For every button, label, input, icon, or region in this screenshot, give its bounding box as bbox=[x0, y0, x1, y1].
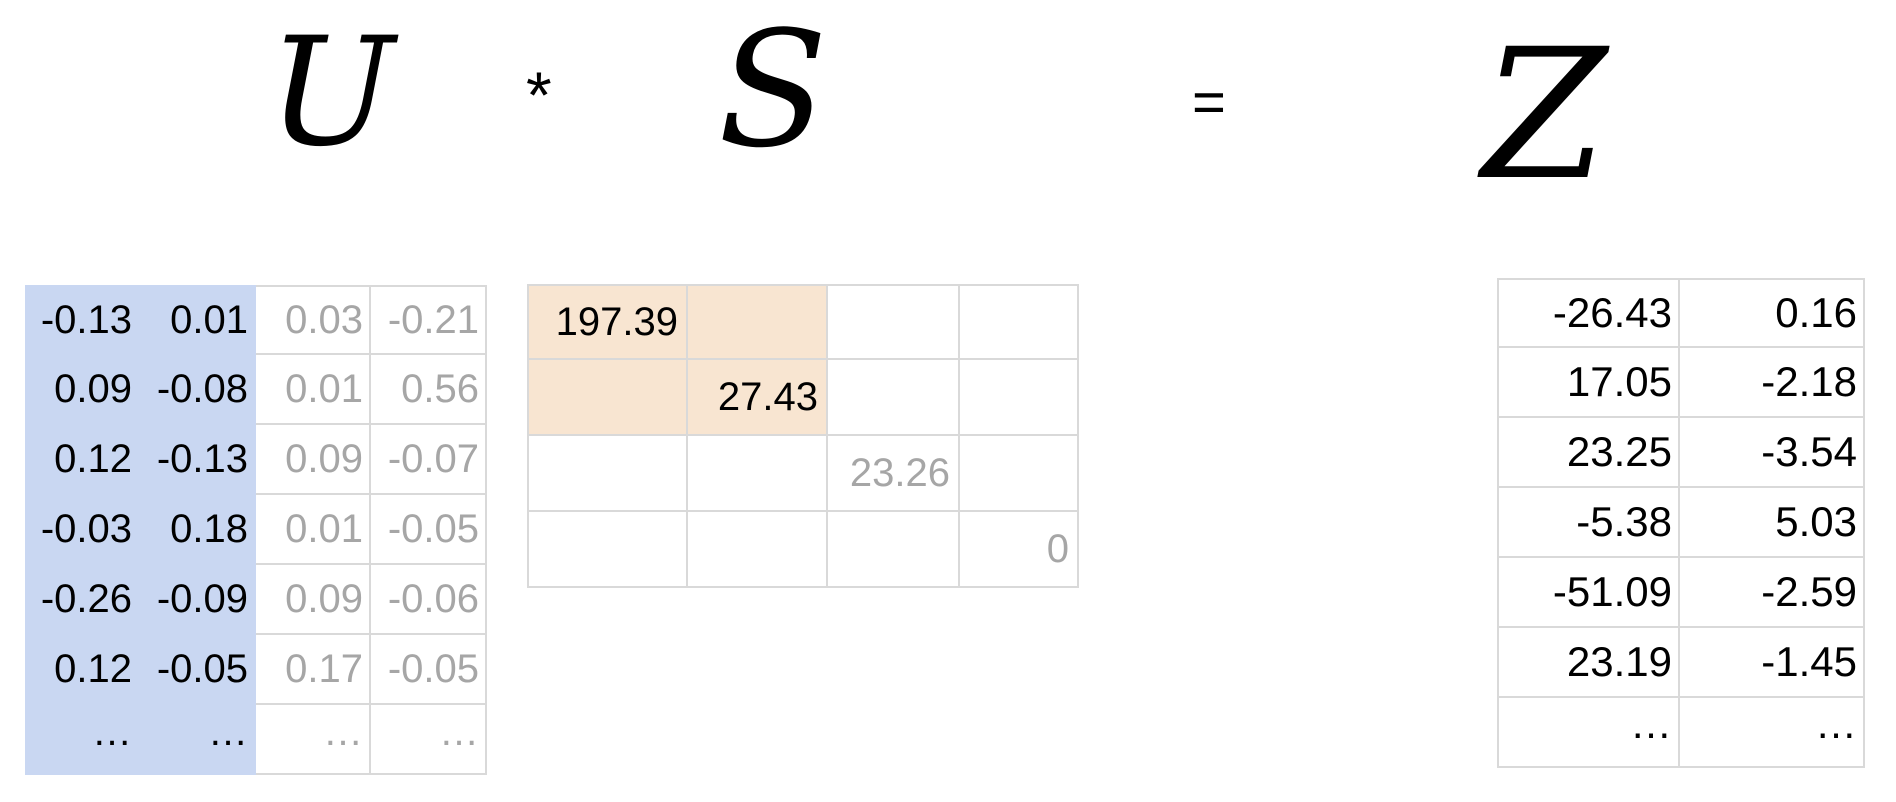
u-symbol: U bbox=[268, 6, 395, 180]
z-matrix-cell: 23.25 bbox=[1497, 418, 1680, 488]
s-matrix-cell bbox=[527, 512, 688, 588]
u-matrix-cell: 0.09 bbox=[256, 425, 371, 495]
s-matrix-cell bbox=[688, 284, 828, 360]
u-matrix-cell: 0.01 bbox=[256, 355, 371, 425]
s-symbol: S bbox=[718, 0, 828, 183]
u-matrix-cell: … bbox=[256, 705, 371, 775]
u-matrix-cell: 0.01 bbox=[256, 495, 371, 565]
u-matrix-cell: 0.18 bbox=[140, 495, 256, 565]
s-matrix-cell bbox=[960, 436, 1079, 512]
z-matrix-cell: -5.38 bbox=[1497, 488, 1680, 558]
s-matrix-cell bbox=[688, 512, 828, 588]
s-matrix-cell bbox=[828, 284, 960, 360]
z-matrix-cell: 5.03 bbox=[1680, 488, 1865, 558]
u-matrix-cell: -0.07 bbox=[371, 425, 487, 495]
z-matrix-cell: … bbox=[1497, 698, 1680, 768]
u-matrix-cell: 0.17 bbox=[256, 635, 371, 705]
s-matrix-cell bbox=[527, 360, 688, 436]
s-matrix-cell: 197.39 bbox=[527, 284, 688, 360]
z-matrix-cell: -51.09 bbox=[1497, 558, 1680, 628]
z-matrix-cell: -3.54 bbox=[1680, 418, 1865, 488]
z-matrix-cell: 17.05 bbox=[1497, 348, 1680, 418]
s-matrix-cell bbox=[828, 512, 960, 588]
z-matrix-cell: -2.59 bbox=[1680, 558, 1865, 628]
u-matrix-cell: -0.09 bbox=[140, 565, 256, 635]
u-matrix-cell: 0.12 bbox=[25, 425, 140, 495]
u-matrix-cell: -0.05 bbox=[140, 635, 256, 705]
u-matrix-cell: -0.06 bbox=[371, 565, 487, 635]
z-matrix-cell: … bbox=[1680, 698, 1865, 768]
u-matrix-cell: 0.12 bbox=[25, 635, 140, 705]
s-matrix-cell bbox=[688, 436, 828, 512]
u-matrix-cell: -0.05 bbox=[371, 635, 487, 705]
s-matrix-cell bbox=[960, 360, 1079, 436]
u-matrix-cell: … bbox=[371, 705, 487, 775]
s-matrix-cell bbox=[527, 436, 688, 512]
u-matrix-cell: 0.09 bbox=[25, 355, 140, 425]
s-matrix-cell: 23.26 bbox=[828, 436, 960, 512]
u-matrix-cell: -0.03 bbox=[25, 495, 140, 565]
s-matrix-cell bbox=[960, 284, 1079, 360]
z-symbol: Z bbox=[1482, 11, 1608, 220]
s-matrix-cell: 27.43 bbox=[688, 360, 828, 436]
u-matrix-cell: … bbox=[25, 705, 140, 775]
u-matrix-cell: 0.09 bbox=[256, 565, 371, 635]
u-matrix-cell: -0.26 bbox=[25, 565, 140, 635]
z-matrix: -26.43 0.16 17.05 -2.18 23.25 -3.54 -5.38 5.03-… bbox=[1497, 278, 1865, 768]
u-matrix-cell: … bbox=[140, 705, 256, 775]
z-matrix-cell: 0.16 bbox=[1680, 278, 1865, 348]
u-matrix-cell: -0.13 bbox=[140, 425, 256, 495]
s-matrix-cell: 0 bbox=[960, 512, 1079, 588]
multiply-operator: * bbox=[526, 58, 552, 132]
z-matrix-cell: -2.18 bbox=[1680, 348, 1865, 418]
u-matrix-cell: 0.03 bbox=[256, 285, 371, 355]
equals-operator: = bbox=[1192, 70, 1226, 135]
u-matrix-cell: -0.05 bbox=[371, 495, 487, 565]
u-matrix-cell: -0.08 bbox=[140, 355, 256, 425]
u-matrix-cell: 0.01 bbox=[140, 285, 256, 355]
z-matrix-cell: -26.43 bbox=[1497, 278, 1680, 348]
s-matrix-cell bbox=[828, 360, 960, 436]
u-matrix-cell: 0.56 bbox=[371, 355, 487, 425]
z-matrix-cell: -1.45 bbox=[1680, 628, 1865, 698]
z-matrix-cell: 23.19 bbox=[1497, 628, 1680, 698]
s-matrix: 197.39 27.43 23.26 0 bbox=[527, 284, 1079, 588]
u-matrix-cell: -0.21 bbox=[371, 285, 487, 355]
u-matrix-cell: -0.13 bbox=[25, 285, 140, 355]
u-matrix: -0.13 0.01 0.03 -0.21 0.09 -0.08 0.01 0.56 0.12-… bbox=[25, 285, 487, 775]
